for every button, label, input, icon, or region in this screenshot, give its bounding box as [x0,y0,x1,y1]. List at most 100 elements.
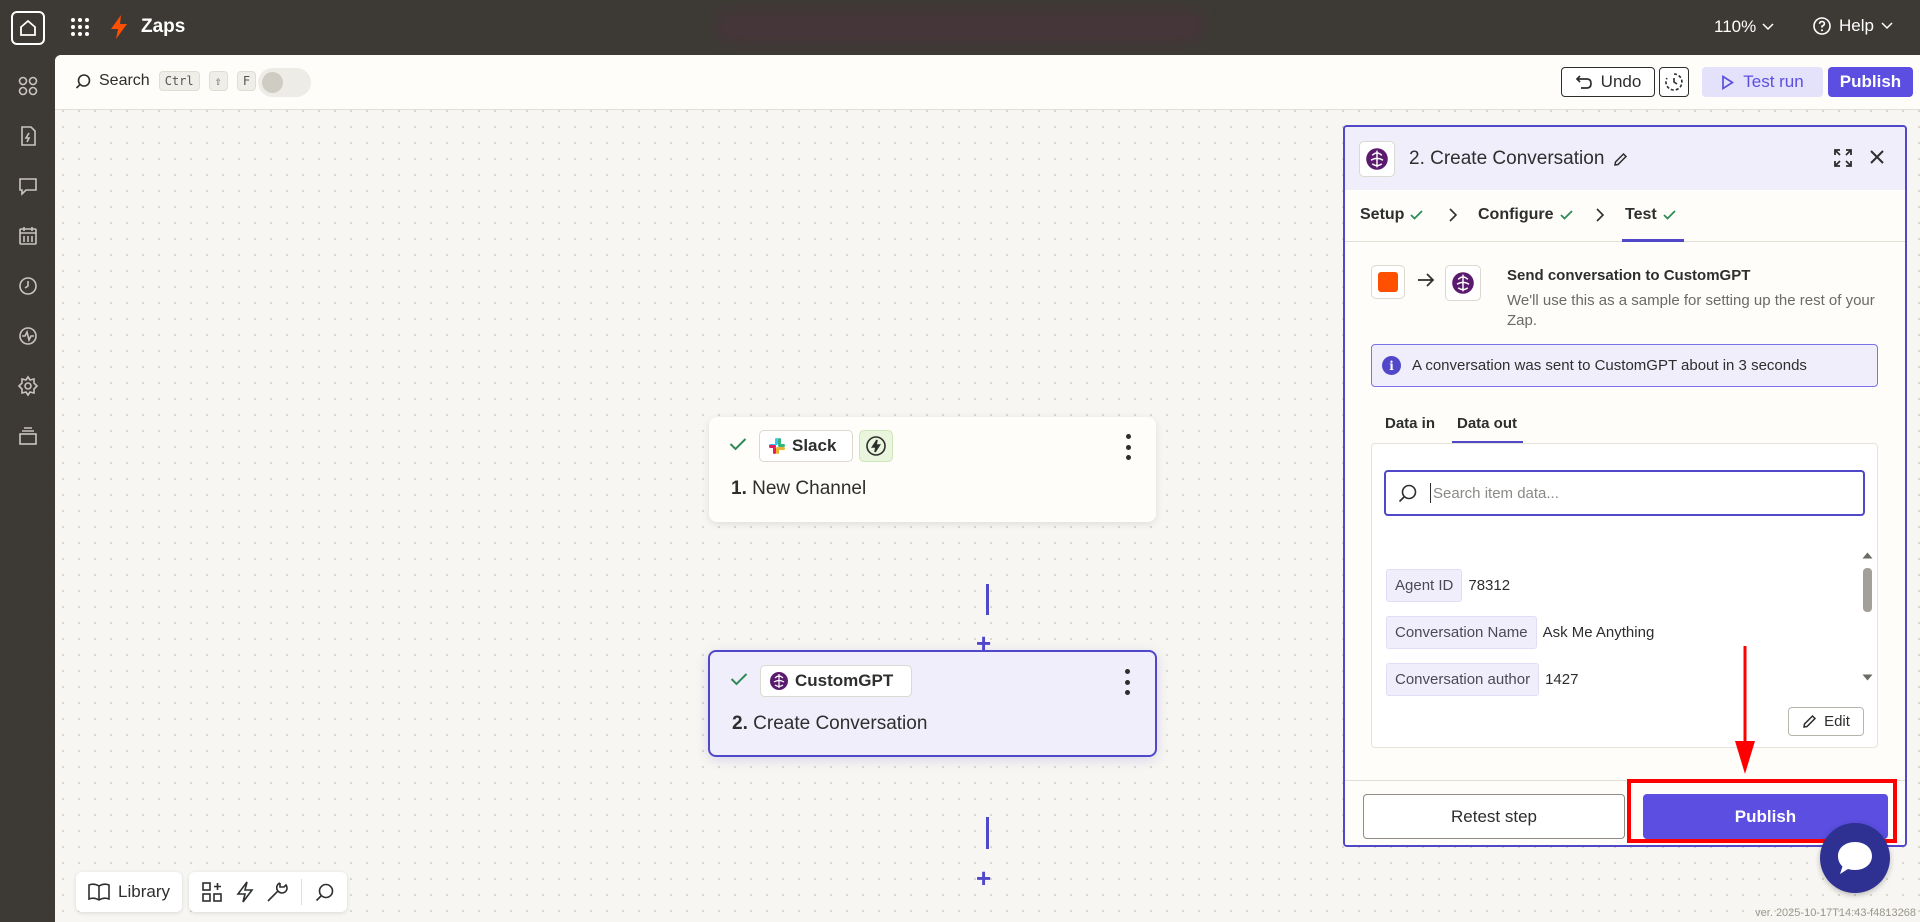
step-name: New Channel [752,478,867,499]
more-options-icon[interactable] [1123,434,1133,460]
canvas-toggle[interactable] [258,68,311,97]
customgpt-brain-icon [1445,265,1481,301]
app-chip-slack: Slack [759,430,853,462]
text-caret [1430,483,1431,503]
search-item-data-field[interactable] [1384,470,1865,516]
canvas-search-button[interactable]: Search Ctrl ⇧ F [75,71,257,91]
app-chip-customgpt: CustomGPT [760,665,912,697]
test-description: We'll use this as a sample for setting u… [1507,292,1875,329]
book-icon [88,883,110,901]
library-button[interactable]: Library [76,872,182,912]
publish-toolbar-button[interactable]: Publish [1828,67,1913,97]
step-tabs: Setup Configure Test [1345,190,1905,242]
arrow-right-icon [1418,273,1435,287]
data-field-key[interactable]: Conversation author [1386,663,1540,696]
annotation-arrow-icon [1735,646,1755,774]
settings-gear-icon[interactable] [14,372,42,400]
pencil-icon[interactable] [1613,152,1628,167]
chevron-right-icon [1449,208,1457,222]
expand-icon[interactable] [1833,148,1853,168]
data-field-value: 78312 [1468,577,1511,594]
panel-title[interactable]: 2. Create Conversation [1409,148,1628,170]
version-history-button[interactable] [1659,67,1689,97]
chevron-down-icon [1881,22,1893,30]
toggle-knob [262,72,283,93]
history-icon[interactable] [14,272,42,300]
search-icon[interactable] [315,882,335,902]
step-name: Create Conversation [753,713,928,734]
retest-step-button[interactable]: Retest step [1363,794,1625,839]
zoom-value: 110% [1714,17,1757,36]
tab-data-in[interactable]: Data in [1385,415,1435,432]
data-field-value: Ask Me Anything [1542,624,1655,641]
tab-data-out[interactable]: Data out [1457,415,1517,432]
more-options-icon[interactable] [1122,669,1132,695]
undo-arrow-icon [1575,75,1592,89]
app-name: Slack [792,436,837,455]
home-icon[interactable] [11,11,45,45]
close-icon[interactable] [1868,148,1886,166]
scroll-down-icon[interactable] [1862,674,1873,681]
undo-label: Undo [1600,72,1642,91]
chevron-down-icon [1762,23,1774,31]
zap-step-customgpt[interactable]: CustomGPT 2. Create Conversation [708,650,1157,757]
help-dropdown[interactable]: Help [1812,16,1893,36]
shortcut-ctrl: Ctrl [158,71,200,91]
add-app-grid-icon[interactable] [201,881,223,903]
tab-setup[interactable]: Setup [1360,206,1424,224]
app-grid-icon[interactable] [70,17,90,37]
zap-name-field[interactable] [715,9,1205,43]
zapier-source-icon [1371,265,1405,299]
zap-file-icon[interactable] [14,122,42,150]
panel-header: 2. Create Conversation [1345,127,1905,190]
activity-icon[interactable] [14,322,42,350]
zap-step-slack[interactable]: Slack 1. New Channel [709,417,1156,522]
help-circle-icon [1813,17,1831,35]
data-scrollbar[interactable] [1861,552,1873,682]
undo-button[interactable]: Undo [1561,67,1655,97]
panel-body: Send conversation to CustomGPT We'll use… [1345,243,1905,780]
chat-icon[interactable] [14,172,42,200]
support-chat-icon[interactable] [1820,823,1890,893]
table-icon[interactable] [14,222,42,250]
slack-logo-icon [769,438,785,454]
edit-button[interactable]: Edit [1788,707,1864,736]
add-step-plus-icon[interactable]: + [976,865,991,891]
instant-trigger-bolt-icon [859,430,893,462]
tab-test[interactable]: Test [1625,206,1676,224]
help-label: Help [1839,16,1874,35]
library-label: Library [118,882,170,901]
shortcut-shift: ⇧ [208,71,228,91]
step-details-panel: 2. Create Conversation Setup Configure T… [1343,125,1907,847]
left-sidebar [0,55,55,922]
zaps-link[interactable]: Zaps [141,16,185,38]
search-label: Search [99,72,150,89]
check-icon [730,673,748,686]
test-result-banner: i A conversation was sent to CustomGPT a… [1371,344,1878,387]
pencil-icon [1803,714,1817,728]
test-run-button[interactable]: Test run [1702,67,1823,97]
search-icon [75,73,91,89]
tab-setup-label: Setup [1360,206,1405,223]
scroll-thumb[interactable] [1863,568,1872,612]
bolt-icon[interactable] [236,881,254,903]
check-icon [1663,210,1676,220]
step-number: 2. [732,713,748,734]
data-field-key[interactable]: Conversation Name [1386,616,1537,649]
step-title: 1. New Channel [731,478,866,500]
apps-icon[interactable] [14,72,42,100]
play-icon [1722,74,1735,90]
tab-configure[interactable]: Configure [1478,206,1573,224]
data-field-row: Agent ID 78312 [1386,569,1510,602]
check-icon [729,438,747,451]
scroll-up-icon[interactable] [1862,552,1873,559]
zoom-dropdown[interactable]: 110% [1714,17,1774,37]
wrench-icon[interactable] [266,881,289,903]
panel-title-text: 2. Create Conversation [1409,148,1605,169]
step-title: 2. Create Conversation [732,713,927,735]
search-item-data-input[interactable] [1433,484,1833,502]
canvas-tools [189,872,347,912]
data-field-key[interactable]: Agent ID [1386,569,1463,602]
stack-icon[interactable] [14,422,42,450]
check-icon [1559,210,1573,220]
